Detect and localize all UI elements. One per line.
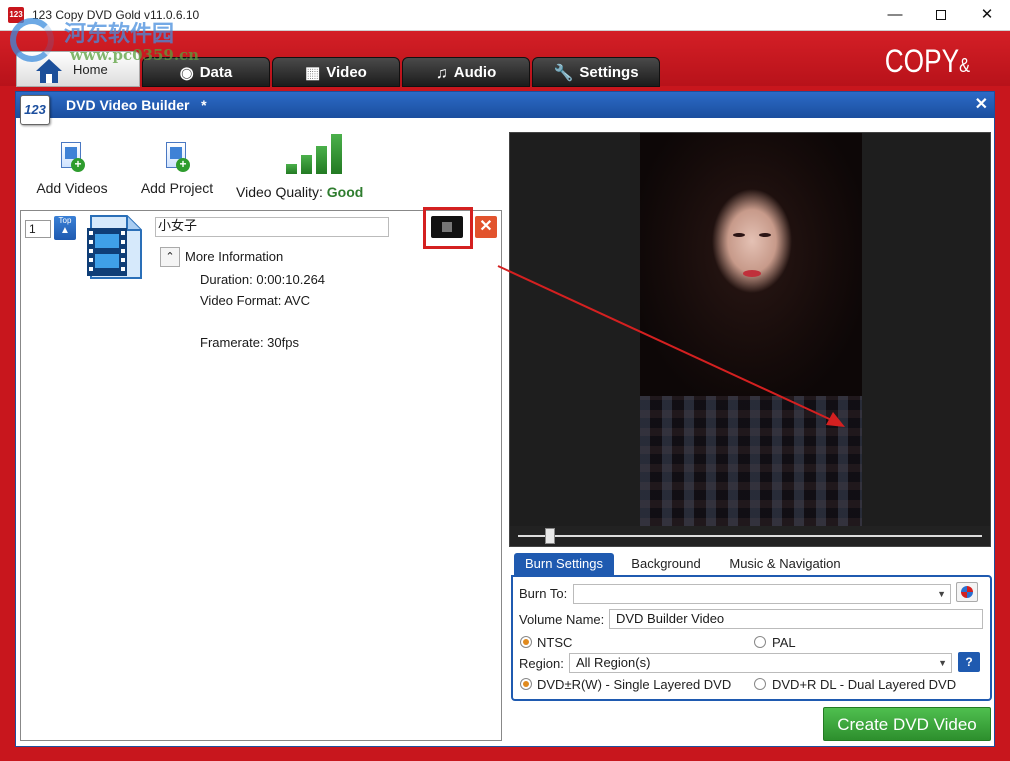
- framerate-text: Framerate: 30fps: [200, 335, 299, 350]
- tab-settings-label: Settings: [579, 64, 639, 81]
- minimize-button[interactable]: —: [872, 0, 918, 30]
- maximize-icon: [936, 10, 946, 21]
- region-select[interactable]: All Region(s) ▼: [569, 653, 952, 673]
- film-icon: ▦: [305, 65, 321, 82]
- seek-bar[interactable]: [510, 526, 990, 546]
- dual-layer-radio[interactable]: [754, 678, 766, 690]
- quality-bar-3: [316, 146, 327, 174]
- maximize-button[interactable]: [918, 0, 964, 30]
- builder-header: DVD Video Builder * ✕: [16, 92, 994, 118]
- more-information-label: More Information: [185, 249, 284, 264]
- tab-settings[interactable]: 🔧 Settings: [532, 57, 660, 87]
- duration-text: Duration: 0:00:10.264: [200, 272, 326, 287]
- add-project-label: Add Project: [140, 180, 214, 196]
- add-videos-label: Add Videos: [36, 180, 108, 196]
- single-layer-radio[interactable]: [520, 678, 532, 690]
- video-quality-label: Video Quality: Good: [236, 184, 364, 200]
- burn-to-select[interactable]: ▼: [573, 584, 951, 604]
- move-top-label: Top: [58, 216, 72, 225]
- wrench-icon: 🔧: [553, 65, 574, 82]
- app-header: COPY& Home ◉ Data ▦ Video ♫ Audio 🔧 Settings: [0, 31, 1010, 87]
- title-bar: 123 123 Copy DVD Gold v11.0.6.10 — ✕: [0, 0, 1010, 31]
- disc-icon: ◉: [179, 65, 194, 82]
- video-list: 1 Top ▲ 小女子 ✕ ⌃ More Information Duration…: [20, 207, 502, 741]
- pal-label: PAL: [772, 635, 796, 650]
- tab-audio-label: Audio: [453, 64, 497, 81]
- quality-bar-2: [301, 155, 312, 174]
- tab-video[interactable]: ▦ Video: [272, 57, 400, 87]
- ntsc-radio[interactable]: [520, 636, 532, 648]
- quality-bar-4: [331, 134, 342, 174]
- help-button[interactable]: ?: [958, 652, 980, 672]
- dual-layer-label: DVD+R DL - Dual Layered DVD: [772, 677, 957, 692]
- chevron-down-icon: ▼: [938, 658, 947, 668]
- tab-data-label: Data: [199, 64, 233, 81]
- create-dvd-video-button[interactable]: Create DVD Video: [823, 707, 991, 741]
- single-layer-label: DVD±R(W) - Single Layered DVD: [537, 677, 732, 692]
- tab-home-label: Home: [73, 62, 108, 77]
- burn-settings-panel: Burn To: ▼ Volume Name: DVD Builder Vide…: [511, 575, 992, 701]
- close-window-button[interactable]: ✕: [964, 0, 1010, 30]
- house-icon: [36, 59, 62, 83]
- brand-logo: COPY&: [884, 43, 970, 79]
- add-project-icon: +: [164, 140, 190, 174]
- tab-background[interactable]: Background: [622, 553, 710, 575]
- tab-burn-settings[interactable]: Burn Settings: [514, 553, 614, 575]
- builder-title: DVD Video Builder *: [66, 97, 207, 113]
- video-frame-image: [640, 133, 862, 526]
- seek-thumb[interactable]: [544, 528, 555, 544]
- quality-bar-1: [286, 164, 297, 174]
- volume-name-input[interactable]: DVD Builder Video: [609, 609, 983, 629]
- video-quality-value: Good: [326, 184, 364, 200]
- video-file-icon: [87, 215, 142, 279]
- add-project-button[interactable]: + Add Project: [138, 140, 216, 196]
- video-preview: [509, 132, 991, 547]
- remove-video-button[interactable]: ✕: [475, 216, 497, 238]
- builder-close-button[interactable]: ✕: [975, 92, 988, 118]
- refresh-drives-button[interactable]: [956, 582, 978, 602]
- annotation-highlight-box: [423, 207, 473, 249]
- app-icon: 123: [8, 7, 24, 23]
- volume-name-label: Volume Name:: [519, 612, 605, 627]
- move-top-button[interactable]: Top ▲: [54, 216, 76, 240]
- music-note-icon: ♫: [435, 65, 448, 82]
- chevron-down-icon: ▼: [937, 589, 946, 599]
- collapse-info-button[interactable]: ⌃: [160, 247, 180, 267]
- arrow-up-icon: ▲: [60, 225, 70, 236]
- region-label: Region:: [519, 656, 564, 671]
- add-videos-button[interactable]: + Add Videos: [34, 140, 110, 196]
- tab-home[interactable]: Home: [16, 51, 140, 87]
- signal-bars-icon: [286, 134, 350, 174]
- tab-audio[interactable]: ♫ Audio: [402, 57, 530, 87]
- video-format-text: Video Format: AVC: [200, 293, 311, 308]
- tab-music-navigation[interactable]: Music & Navigation: [720, 553, 850, 575]
- tab-data[interactable]: ◉ Data: [142, 57, 270, 87]
- seek-track: [518, 535, 982, 537]
- burn-to-label: Burn To:: [519, 586, 568, 601]
- tab-video-label: Video: [326, 64, 367, 81]
- window-title: 123 Copy DVD Gold v11.0.6.10: [32, 8, 200, 22]
- index-input[interactable]: 1: [25, 220, 51, 238]
- video-name-input[interactable]: 小女子: [155, 217, 389, 237]
- chevron-up-icon: ⌃: [165, 251, 175, 263]
- ntsc-label: NTSC: [537, 635, 573, 650]
- pal-radio[interactable]: [754, 636, 766, 648]
- builder-logo: 123: [20, 95, 50, 125]
- add-video-icon: +: [59, 140, 85, 174]
